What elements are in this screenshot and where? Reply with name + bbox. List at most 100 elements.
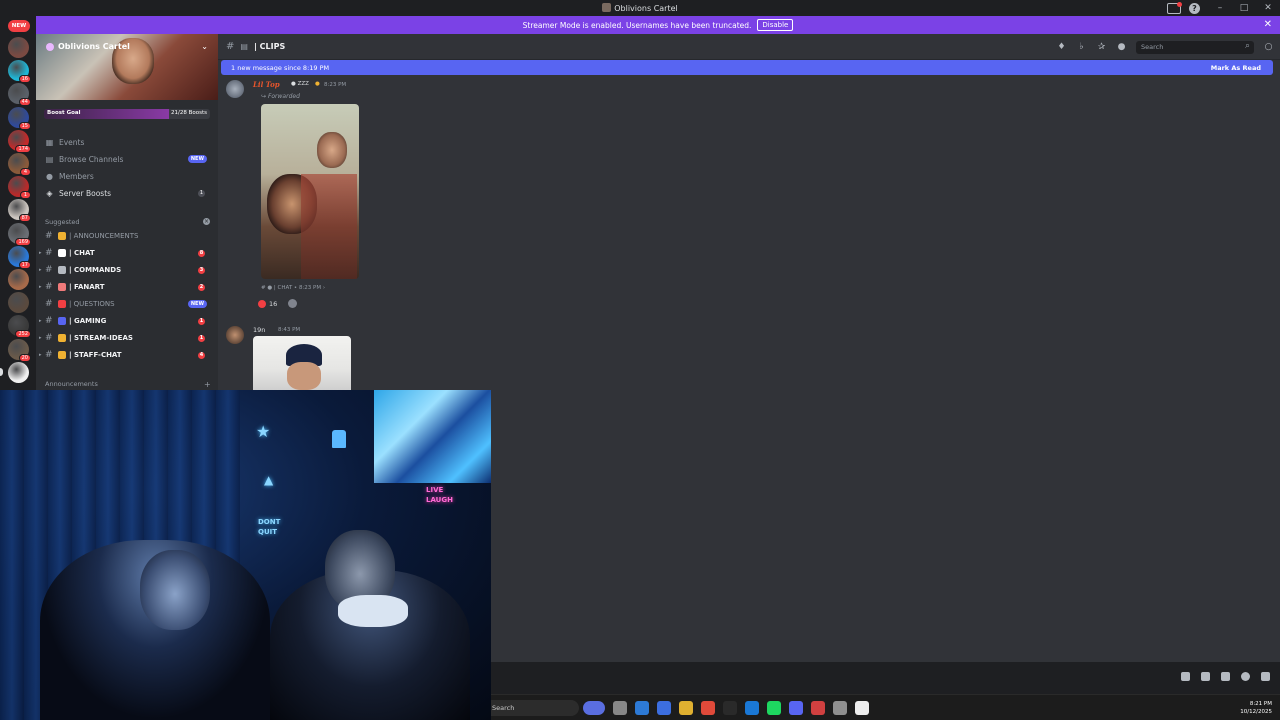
channel-emoji-icon	[58, 232, 66, 240]
add-channel-icon[interactable]: +	[204, 380, 211, 389]
taskbar-app-icon[interactable]	[855, 701, 869, 715]
server-mention-badge: 17	[18, 260, 31, 269]
unread-badge: 8	[198, 249, 205, 257]
server-icon[interactable]	[8, 269, 29, 290]
taskbar-app-icon[interactable]	[583, 701, 605, 715]
mark-as-read-button[interactable]: Mark As Read	[1211, 64, 1261, 72]
taskbar-app-icon[interactable]	[789, 701, 803, 715]
hash-icon: #	[45, 282, 53, 292]
channel-name: | CHAT	[69, 249, 95, 257]
gif-icon[interactable]	[1201, 672, 1210, 681]
channel-item[interactable]: ▸ # | STREAM-IDEAS 1	[39, 331, 211, 345]
server-icon[interactable]	[8, 37, 29, 58]
channel-emoji-icon	[58, 300, 66, 308]
notifications-icon[interactable]: ♭	[1076, 42, 1087, 53]
taskbar-clock[interactable]: 8:21 PM 10/12/2025	[1240, 700, 1272, 716]
server-icon[interactable]: 87	[8, 199, 31, 223]
boost-goal-bar[interactable]: Boost Goal 21/28 Boosts	[44, 109, 210, 119]
taskbar-app-icon[interactable]	[635, 701, 649, 715]
channel-sidebar: Oblivions Cartel ⌄ Boost Goal 21/28 Boos…	[36, 34, 218, 390]
server-mention-badge: 87	[18, 214, 31, 223]
taskbar-app-icon[interactable]	[657, 701, 671, 715]
disable-streamer-mode-button[interactable]: Disable	[757, 19, 794, 31]
nav-events[interactable]: ▦ Events	[45, 135, 211, 149]
server-icon[interactable]: 17	[8, 245, 31, 269]
server-icon[interactable]	[8, 292, 29, 314]
channel-item[interactable]: ▸ # | CHAT 8	[39, 246, 211, 260]
nav-members[interactable]: ● Members	[45, 169, 211, 183]
server-icon[interactable]: 4	[8, 153, 31, 176]
reaction[interactable]: 16	[258, 299, 298, 308]
server-name-header[interactable]: Oblivions Cartel	[46, 42, 130, 51]
taskbar-app-icon[interactable]	[723, 701, 737, 715]
message-author[interactable]: 19n	[253, 326, 265, 334]
server-mention-badge: 44	[18, 98, 31, 107]
nav-server-boosts[interactable]: ◈ Server Boosts 1	[45, 186, 211, 200]
neck-brace	[338, 595, 408, 627]
close-window-button[interactable]: ✕	[1256, 0, 1280, 16]
new-badge[interactable]: NEW	[8, 20, 30, 32]
server-icon[interactable]: 252	[8, 315, 31, 339]
taskbar-app-icon[interactable]	[745, 701, 759, 715]
gift-icon[interactable]	[1181, 672, 1190, 681]
taskbar-app-icon[interactable]	[767, 701, 781, 715]
category-suggested[interactable]: Suggested	[45, 218, 80, 226]
channel-item[interactable]: ▸ # | FANART 2	[39, 280, 211, 294]
new-pill: NEW	[187, 155, 207, 163]
help-icon[interactable]: ?	[1189, 2, 1200, 14]
channel-item[interactable]: # | ANNOUNCEMENTS	[45, 229, 211, 243]
taskbar-app-icon[interactable]	[701, 701, 715, 715]
taskbar-app-icon[interactable]	[811, 701, 825, 715]
avatar[interactable]	[226, 80, 244, 98]
message-author[interactable]: Lil Top	[253, 80, 280, 89]
member-list-icon[interactable]: ●	[1116, 42, 1127, 53]
server-icon[interactable]: 15	[8, 106, 31, 130]
pin-icon[interactable]: ✰	[1096, 42, 1107, 53]
clip-image[interactable]	[253, 336, 351, 390]
inbox-icon[interactable]	[1167, 1, 1182, 14]
boost-goal-label: Boost Goal	[47, 110, 81, 116]
server-icon[interactable]: 169	[8, 222, 31, 246]
close-banner-icon[interactable]: ✕	[1264, 19, 1272, 30]
taskbar-app-icon[interactable]	[679, 701, 693, 715]
forward-source[interactable]: # ● | CHAT • 8:23 PM ›	[261, 285, 325, 291]
channel-item[interactable]: ▸ # | COMMANDS 3	[39, 263, 211, 277]
server-icon[interactable]: 174	[8, 129, 31, 153]
server-icon[interactable]: 20	[8, 338, 31, 362]
new-pill: NEW	[187, 300, 207, 308]
maximize-button[interactable]: □	[1232, 0, 1256, 16]
nav-browse-channels[interactable]: ▤ Browse Channels NEW	[45, 152, 211, 166]
message-timestamp: 8:23 PM	[324, 82, 347, 88]
server-mention-badge: 15	[18, 121, 31, 130]
emoji-icon[interactable]	[1241, 672, 1250, 681]
server-icon[interactable]: 1	[8, 176, 31, 200]
server-icon[interactable]: 16	[8, 60, 31, 84]
message-timestamp: 8:43 PM	[278, 327, 301, 333]
channel-item[interactable]: # | QUESTIONS NEW	[45, 297, 211, 311]
role-icon: ●	[315, 81, 320, 87]
taskbar-search[interactable]: Search	[491, 700, 579, 716]
server-icon[interactable]	[8, 361, 29, 383]
channel-item[interactable]: ▸ # | GAMING 1	[39, 314, 211, 328]
sticker-icon[interactable]	[1221, 672, 1230, 681]
channel-emoji-icon	[58, 334, 66, 342]
selected-server-indicator	[0, 367, 3, 376]
taskbar-app-icon[interactable]	[833, 701, 847, 715]
forwarded-image[interactable]	[261, 104, 359, 279]
collapse-arrow-icon: ▸	[39, 284, 42, 290]
threads-icon[interactable]: ♦	[1056, 42, 1067, 53]
add-reaction-icon[interactable]	[288, 299, 298, 308]
streamer-mode-text: Streamer Mode is enabled. Usernames have…	[522, 20, 752, 30]
server-icon[interactable]: 44	[8, 83, 31, 107]
avatar[interactable]	[226, 326, 244, 344]
search-input[interactable]: Search	[1136, 41, 1254, 54]
apps-icon[interactable]	[1261, 672, 1270, 681]
new-messages-bar[interactable]: 1 new message since 8:19 PM Mark As Read	[221, 60, 1273, 75]
chevron-down-icon[interactable]: ⌄	[201, 42, 208, 51]
help-circle-icon[interactable]: ○	[1263, 42, 1274, 53]
category-announcements[interactable]: Announcements	[45, 380, 98, 388]
dismiss-suggested-icon[interactable]: ×	[203, 218, 210, 225]
minimize-button[interactable]: –	[1208, 0, 1232, 16]
taskbar-app-icon[interactable]	[613, 701, 627, 715]
channel-item[interactable]: ▸ # | STAFF-CHAT 4	[39, 348, 211, 362]
